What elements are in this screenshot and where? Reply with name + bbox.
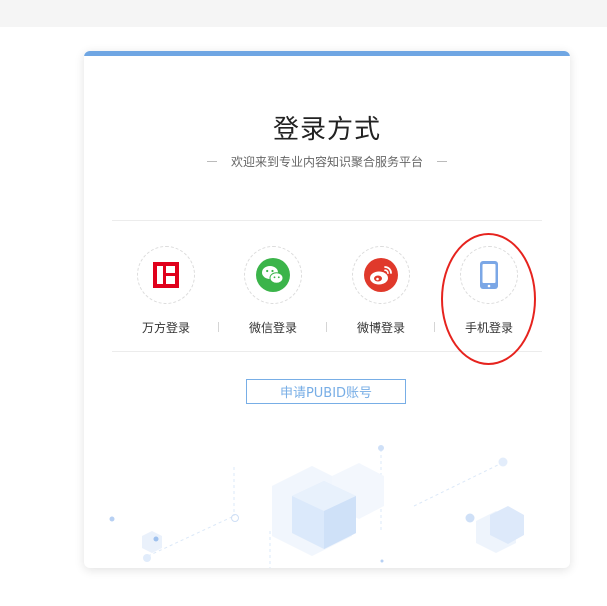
wechat-icon — [256, 258, 290, 292]
card-accent-bar — [84, 51, 570, 56]
top-strip — [0, 0, 607, 27]
subtitle: 欢迎来到专业内容知识聚合服务平台 — [230, 154, 423, 169]
wechat-icon-circle — [244, 246, 302, 304]
divider-top — [112, 220, 542, 221]
method-separator — [218, 322, 219, 332]
phone-icon — [480, 261, 498, 289]
method-separator — [434, 322, 435, 332]
login-method-label: 手机登录 — [464, 321, 513, 335]
wanfang-icon-circle — [137, 246, 195, 304]
weibo-icon — [364, 258, 398, 292]
login-method-label: 微信登录 — [248, 321, 297, 335]
login-methods: 万方登录 微信登录 微博登录 手机登录 — [112, 241, 542, 341]
subtitle-dash-left — [206, 160, 217, 162]
subtitle-dash-right — [437, 160, 447, 162]
divider-bottom — [112, 351, 542, 352]
login-method-phone[interactable]: 手机登录 — [439, 241, 539, 341]
login-method-label: 万方登录 — [141, 321, 190, 335]
subtitle-row: 欢迎来到专业内容知识聚合服务平台 — [84, 151, 570, 171]
weibo-icon-circle — [352, 246, 410, 304]
login-card: 登录方式 欢迎来到专业内容知识聚合服务平台 万方登录 微信登录 微博登录 手机登… — [84, 51, 570, 568]
page-title: 登录方式 — [272, 115, 381, 145]
phone-icon-circle — [460, 246, 518, 304]
method-separator — [326, 322, 327, 332]
login-method-label: 微博登录 — [356, 321, 405, 335]
login-method-wechat[interactable]: 微信登录 — [223, 241, 323, 341]
wanfang-logo-icon — [153, 262, 179, 288]
decorative-network-illustration — [109, 445, 524, 568]
login-method-wanfang[interactable]: 万方登录 — [116, 241, 216, 341]
apply-pubid-button[interactable]: 申请PUBID账号 — [246, 379, 406, 404]
login-method-weibo[interactable]: 微博登录 — [331, 241, 431, 341]
